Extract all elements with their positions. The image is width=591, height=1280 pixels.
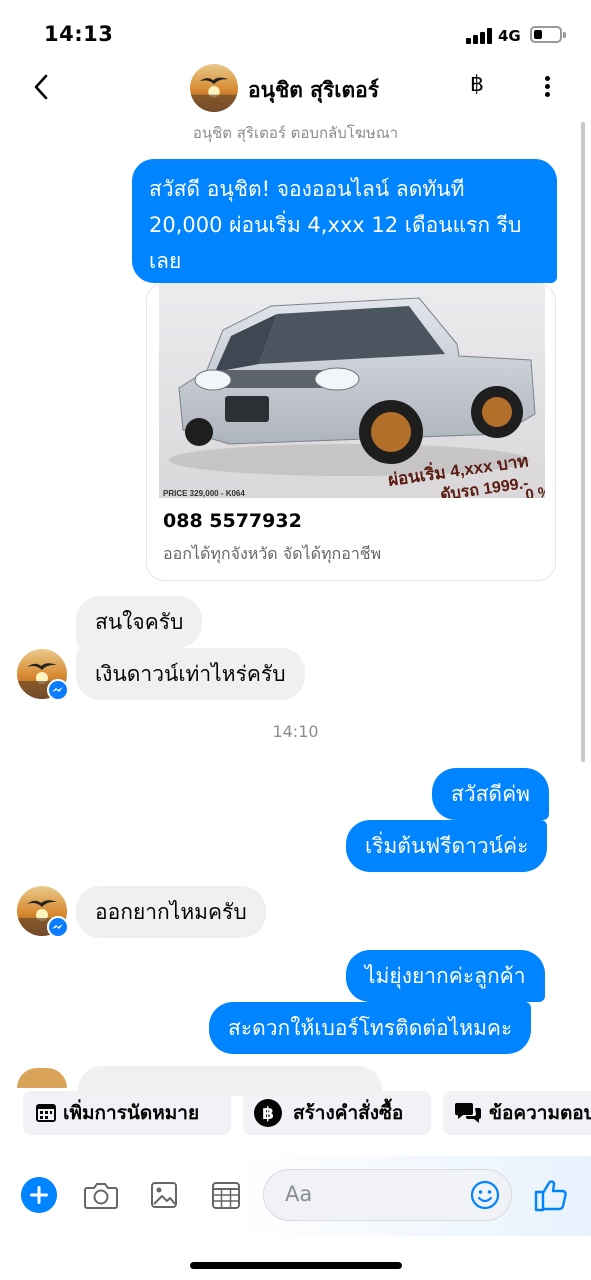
create-order-button[interactable]: ฿ สร้างคำสั่งซื้อ	[243, 1091, 431, 1135]
car-photo[interactable]: ผ่อนเริ่ม 4,xxx บาท ดับรถ 1999.- 0 % PRI…	[159, 284, 545, 498]
quick-action-label: ข้อความตอบกลับ	[489, 1102, 591, 1124]
ad-message-bubble[interactable]: สวัสดี อนุชิต! จองออนไลน์ ลดทันที 20,000…	[132, 159, 557, 283]
ad-card[interactable]: ผ่อนเริ่ม 4,xxx บาท ดับรถ 1999.- 0 % PRI…	[146, 283, 556, 581]
chat-header: อนุชิต สุริเตอร์ ฿	[0, 60, 591, 116]
chat-bubbles-icon	[454, 1103, 481, 1123]
promo-text: 0 %	[524, 483, 545, 498]
quick-actions-bar: เพิ่มการนัดหมาย ฿ สร้างคำสั่งซื้อ ข้อควา…	[0, 1091, 591, 1135]
messenger-badge-icon	[47, 916, 69, 938]
svg-text:฿: ฿	[262, 1104, 274, 1124]
quick-action-label: สร้างคำสั่งซื้อ	[293, 1102, 404, 1124]
scrollbar[interactable]	[581, 122, 585, 762]
more-options-icon[interactable]	[537, 72, 557, 102]
message-composer: Aa	[0, 1156, 591, 1236]
ad-card-description: ออกได้ทุกจังหวัด จัดได้ทุกอาชีพ	[163, 544, 382, 563]
sender-avatar-partial	[17, 1068, 67, 1088]
calendar-icon[interactable]	[207, 1176, 245, 1214]
status-time: 14:13	[44, 22, 114, 46]
outgoing-message[interactable]: สะดวกให้เบอร์โทรติดต่อไหมคะ	[209, 1002, 532, 1054]
sender-avatar[interactable]	[17, 649, 69, 701]
ad-reply-subtitle: อนุชิต สุริเตอร์ ตอบกลับโฆษณา	[192, 124, 399, 142]
message-input-placeholder: Aa	[285, 1182, 313, 1206]
plus-icon[interactable]	[21, 1177, 57, 1213]
cellular-signal-icon	[466, 28, 494, 44]
quick-action-label: เพิ่มการนัดหมาย	[63, 1102, 200, 1124]
home-indicator[interactable]	[190, 1262, 402, 1269]
status-bar: 14:13 4G	[0, 0, 591, 64]
baht-icon[interactable]: ฿	[470, 72, 484, 97]
incoming-message[interactable]: เงินดาวน์เท่าไหร่ครับ	[76, 648, 305, 700]
messenger-badge-icon	[47, 679, 69, 701]
ad-message-line: เลย	[149, 249, 182, 273]
incoming-message[interactable]: สนใจครับ	[76, 596, 203, 648]
camera-icon[interactable]	[82, 1176, 120, 1214]
contact-avatar[interactable]	[190, 64, 238, 112]
ad-message-line: 20,000 ผ่อนเริ่ม 4,xxx 12 เดือนแรก รีบ	[149, 213, 522, 237]
emoji-icon[interactable]	[469, 1179, 501, 1211]
add-appointment-button[interactable]: เพิ่มการนัดหมาย	[23, 1091, 231, 1135]
ad-card-phone: 088 5577932	[163, 510, 302, 532]
contact-name[interactable]: อนุชิต สุริเตอร์	[248, 74, 379, 107]
price-caption: PRICE 329,000 - K064	[163, 489, 245, 498]
outgoing-message[interactable]: เริ่มต้นฟรีดาวน์ค่ะ	[346, 820, 548, 872]
back-arrow-icon[interactable]	[28, 70, 58, 104]
outgoing-message[interactable]: สวัสดีค่พ	[432, 768, 549, 820]
message-timestamp: 14:10	[272, 722, 319, 741]
outgoing-message[interactable]: ไม่ยุ่งยากค่ะลูกค้า	[346, 950, 545, 1002]
network-type: 4G	[498, 27, 521, 45]
sender-avatar[interactable]	[17, 886, 69, 938]
saved-replies-button[interactable]: ข้อความตอบกลับ	[443, 1091, 591, 1135]
ad-message-line: สวัสดี อนุชิต! จองออนไลน์ ลดทันที	[149, 177, 465, 201]
photo-gallery-icon[interactable]	[145, 1176, 183, 1214]
baht-icon: ฿	[254, 1099, 282, 1127]
thumbs-up-icon[interactable]	[531, 1175, 571, 1215]
battery-icon	[530, 26, 566, 43]
calendar-icon	[36, 1104, 56, 1122]
message-input[interactable]: Aa	[263, 1169, 512, 1221]
incoming-message[interactable]: ออกยากไหมครับ	[76, 886, 266, 938]
